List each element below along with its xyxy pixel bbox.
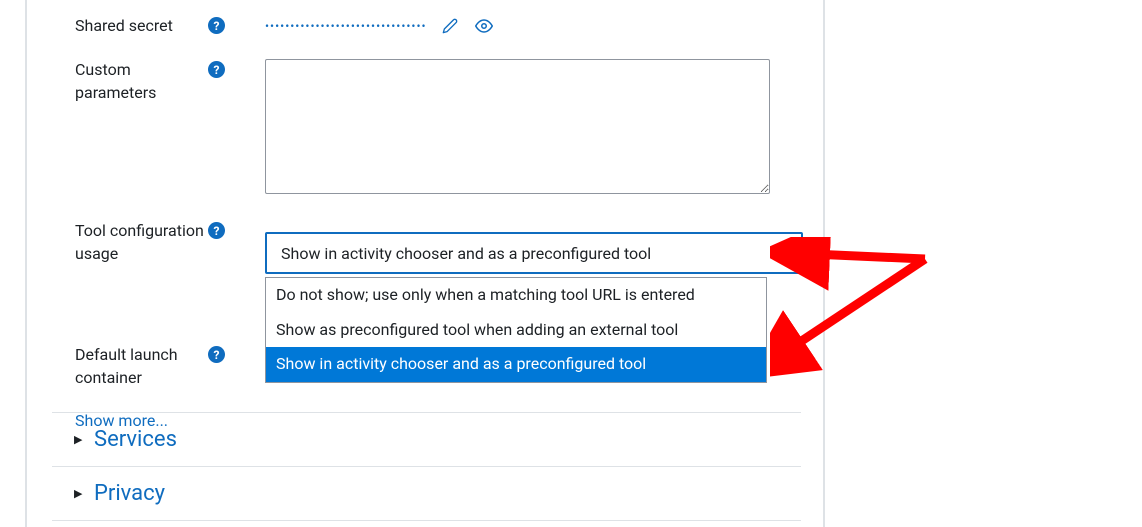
dropdown-option-selected[interactable]: Show in activity chooser and as a precon… bbox=[266, 347, 766, 381]
caret-right-icon: ▶ bbox=[74, 433, 84, 446]
help-icon[interactable]: ? bbox=[208, 222, 225, 239]
help-icon[interactable]: ? bbox=[208, 61, 225, 78]
chevron-updown-icon bbox=[779, 247, 789, 259]
row-custom-parameters: Custom parameters ? bbox=[75, 59, 771, 198]
accordion-services-title: Services bbox=[94, 427, 177, 452]
caret-right-icon: ▶ bbox=[74, 487, 84, 500]
content-left-border bbox=[25, 0, 27, 527]
accordion-privacy[interactable]: ▶ Privacy bbox=[52, 466, 801, 520]
row-shared-secret: Shared secret ? ••••••••••••••••••••••••… bbox=[75, 15, 771, 37]
label-tool-configuration-usage: Tool configuration usage bbox=[75, 220, 208, 265]
help-icon[interactable]: ? bbox=[208, 346, 225, 363]
tool-configuration-usage-dropdown: Do not show; use only when a matching to… bbox=[265, 277, 767, 382]
label-custom-parameters: Custom parameters bbox=[75, 59, 208, 104]
dropdown-option[interactable]: Do not show; use only when a matching to… bbox=[266, 278, 766, 312]
accordion-privacy-title: Privacy bbox=[94, 481, 165, 506]
custom-parameters-textarea[interactable] bbox=[265, 59, 770, 194]
shared-secret-masked: •••••••••••••••••••••••••••••••• bbox=[265, 19, 427, 33]
dropdown-option[interactable]: Show as preconfigured tool when adding a… bbox=[266, 313, 766, 347]
tool-configuration-usage-select[interactable]: Show in activity chooser and as a precon… bbox=[265, 232, 803, 274]
select-value: Show in activity chooser and as a precon… bbox=[281, 244, 651, 263]
edit-icon[interactable] bbox=[439, 15, 461, 37]
row-tool-configuration-usage: Tool configuration usage ? Show in activ… bbox=[75, 220, 771, 274]
accordion-services[interactable]: ▶ Services bbox=[52, 412, 801, 466]
label-default-launch-container: Default launch container bbox=[75, 344, 208, 389]
label-shared-secret: Shared secret bbox=[75, 15, 208, 37]
content-right-border bbox=[823, 0, 825, 527]
eye-icon[interactable] bbox=[473, 15, 495, 37]
help-icon[interactable]: ? bbox=[208, 17, 225, 34]
